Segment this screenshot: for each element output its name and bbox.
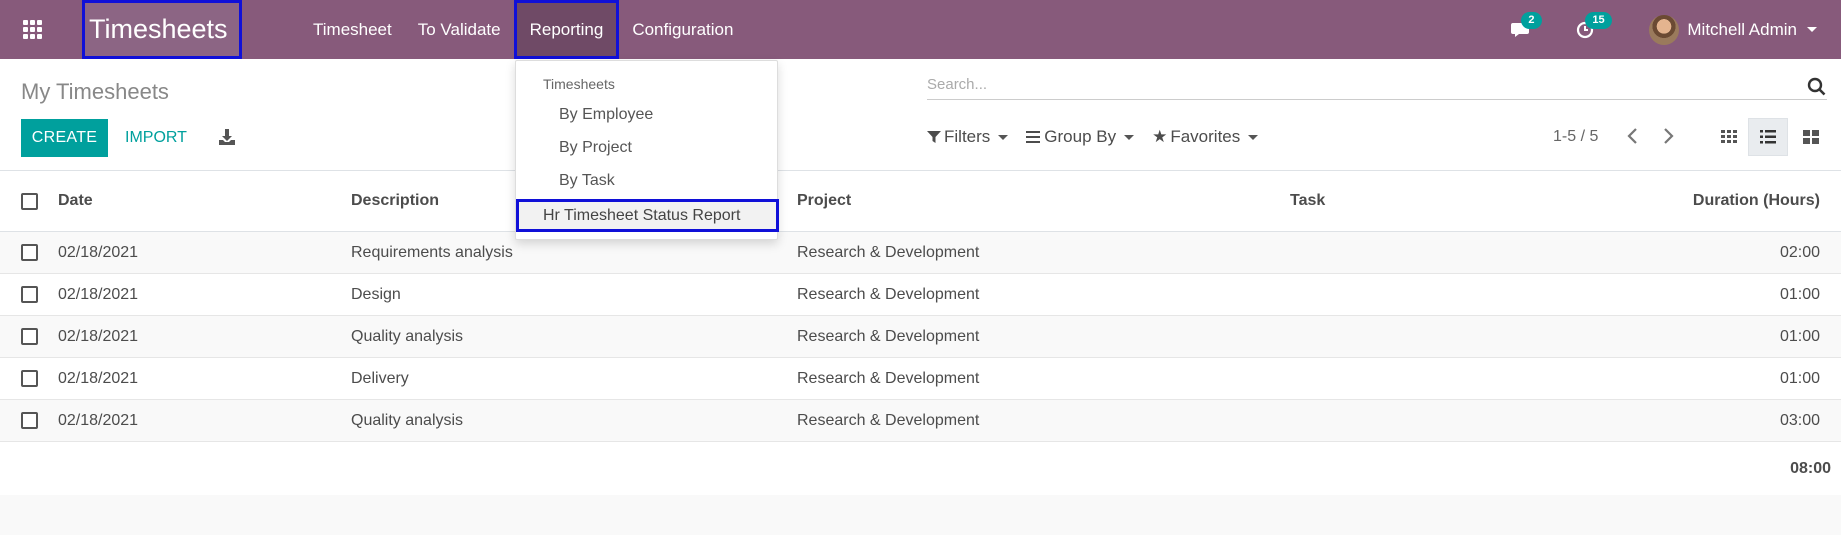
cell-description: Delivery: [351, 369, 409, 387]
app-brand[interactable]: Timesheets: [82, 0, 242, 59]
cell-date: 02/18/2021: [58, 243, 139, 261]
table-row[interactable]: 02/18/2021 Quality analysis Research & D…: [0, 316, 1841, 358]
systray: 2 15 Mitchell Admin: [1509, 0, 1841, 59]
column-date[interactable]: Date: [58, 192, 351, 210]
table-row[interactable]: 02/18/2021 Delivery Research & Developme…: [0, 358, 1841, 400]
grid-view-icon: [1803, 130, 1819, 144]
row-checkbox[interactable]: [21, 286, 38, 303]
cell-project: Research & Development: [797, 285, 980, 303]
chevron-down-icon: [1807, 27, 1817, 32]
column-duration[interactable]: Duration (Hours): [1590, 192, 1830, 210]
cell-project: Research & Development: [797, 411, 980, 429]
row-checkbox[interactable]: [21, 328, 38, 345]
cell-duration: 01:00: [1779, 285, 1820, 303]
search-bar: [927, 76, 1827, 100]
cell-description: Quality analysis: [351, 411, 464, 429]
pager-value[interactable]: 1-5 / 5: [1553, 128, 1598, 146]
page-title: My Timesheets: [21, 79, 169, 104]
cell-date: 02/18/2021: [58, 411, 139, 429]
groupby-label: Group By: [1044, 127, 1117, 146]
cell-date: 02/18/2021: [58, 369, 139, 387]
menu-reporting[interactable]: Reporting: [513, 0, 620, 59]
menu-configuration[interactable]: Configuration: [619, 0, 746, 59]
menu-timesheet[interactable]: Timesheet: [300, 0, 405, 59]
grid-view-button[interactable]: [1791, 118, 1831, 156]
cell-description: Design: [351, 285, 401, 303]
chevron-down-icon: [998, 134, 1009, 140]
cell-date: 02/18/2021: [58, 327, 139, 345]
table-row[interactable]: 02/18/2021 Quality analysis Research & D…: [0, 400, 1841, 442]
messages-badge: 2: [1521, 11, 1542, 29]
brand-label: Timesheets: [89, 14, 228, 44]
messages-button[interactable]: 2: [1509, 11, 1542, 42]
list-view-button[interactable]: [1748, 118, 1788, 156]
filter-icon: [927, 131, 941, 143]
control-panel: My Timesheets CREATE IMPORT Filters Grou…: [0, 59, 1841, 171]
menu-item-by-project[interactable]: By Project: [559, 139, 632, 157]
list-view-icon: [1760, 130, 1776, 144]
chevron-down-icon: [1124, 134, 1135, 140]
cell-project: Research & Development: [797, 327, 980, 345]
cell-duration: 03:00: [1779, 411, 1820, 429]
cell-date: 02/18/2021: [58, 285, 139, 303]
cell-description: Requirements analysis: [351, 243, 513, 261]
import-button[interactable]: IMPORT: [125, 119, 187, 157]
row-checkbox[interactable]: [21, 370, 38, 387]
chevron-left-icon[interactable]: [1623, 126, 1643, 146]
search-options: Filters Group By ★ Favorites: [927, 127, 1276, 147]
menu-item-status-report[interactable]: Hr Timesheet Status Report: [516, 199, 779, 232]
cell-project: Research & Development: [797, 369, 980, 387]
cell-duration: 01:00: [1779, 327, 1820, 345]
star-icon: ★: [1152, 127, 1168, 146]
select-all-checkbox[interactable]: [21, 192, 38, 210]
cell-duration: 02:00: [1779, 243, 1820, 261]
favorites-label: Favorites: [1170, 127, 1241, 146]
apps-menu-button[interactable]: [0, 0, 65, 59]
table-body: 02/18/2021 Requirements analysis Researc…: [0, 232, 1841, 442]
reporting-dropdown: Timesheets By Employee By Project By Tas…: [515, 60, 779, 240]
menu-to-validate[interactable]: To Validate: [405, 0, 514, 59]
total-duration: 08:00: [1790, 459, 1831, 477]
activities-button[interactable]: 15: [1573, 11, 1612, 42]
avatar[interactable]: [1649, 14, 1680, 45]
menu-item-by-employee[interactable]: By Employee: [559, 106, 653, 124]
table-row[interactable]: 02/18/2021 Requirements analysis Researc…: [0, 232, 1841, 274]
table-header: Date Description Project Task Duration (…: [0, 171, 1841, 232]
cell-duration: 01:00: [1779, 369, 1820, 387]
main-menu: Timesheet To Validate Reporting Configur…: [300, 0, 746, 59]
download-icon[interactable]: [217, 127, 237, 147]
search-input[interactable]: [927, 76, 1787, 93]
table-row[interactable]: 02/18/2021 Design Research & Development…: [0, 274, 1841, 316]
timesheet-list: Date Description Project Task Duration (…: [0, 171, 1841, 495]
favorites-button[interactable]: ★ Favorites: [1152, 127, 1259, 147]
cell-project: Research & Development: [797, 243, 980, 261]
top-navbar: Timesheets Timesheet To Validate Reporti…: [0, 0, 1841, 59]
row-checkbox[interactable]: [21, 412, 38, 429]
apps-icon: [23, 20, 42, 39]
filters-button[interactable]: Filters: [927, 127, 1009, 147]
menu-item-by-task[interactable]: By Task: [559, 172, 615, 190]
column-task[interactable]: Task: [1290, 192, 1590, 210]
column-project[interactable]: Project: [797, 192, 1290, 210]
groupby-icon: [1026, 131, 1041, 143]
kanban-view-icon: [1721, 130, 1737, 143]
chevron-down-icon: [1248, 134, 1259, 140]
groupby-button[interactable]: Group By: [1026, 127, 1135, 147]
dropdown-section-header: Timesheets: [543, 76, 615, 92]
cell-description: Quality analysis: [351, 327, 464, 345]
chevron-right-icon[interactable]: [1658, 126, 1678, 146]
search-icon[interactable]: [1807, 77, 1827, 97]
user-name[interactable]: Mitchell Admin: [1687, 20, 1797, 40]
create-button[interactable]: CREATE: [21, 119, 108, 157]
filters-label: Filters: [944, 127, 991, 146]
kanban-view-button[interactable]: [1709, 118, 1749, 156]
activities-badge: 15: [1585, 11, 1612, 29]
row-checkbox[interactable]: [21, 244, 38, 261]
table-footer: 08:00: [0, 442, 1841, 495]
status-report-label: Hr Timesheet Status Report: [543, 206, 741, 224]
